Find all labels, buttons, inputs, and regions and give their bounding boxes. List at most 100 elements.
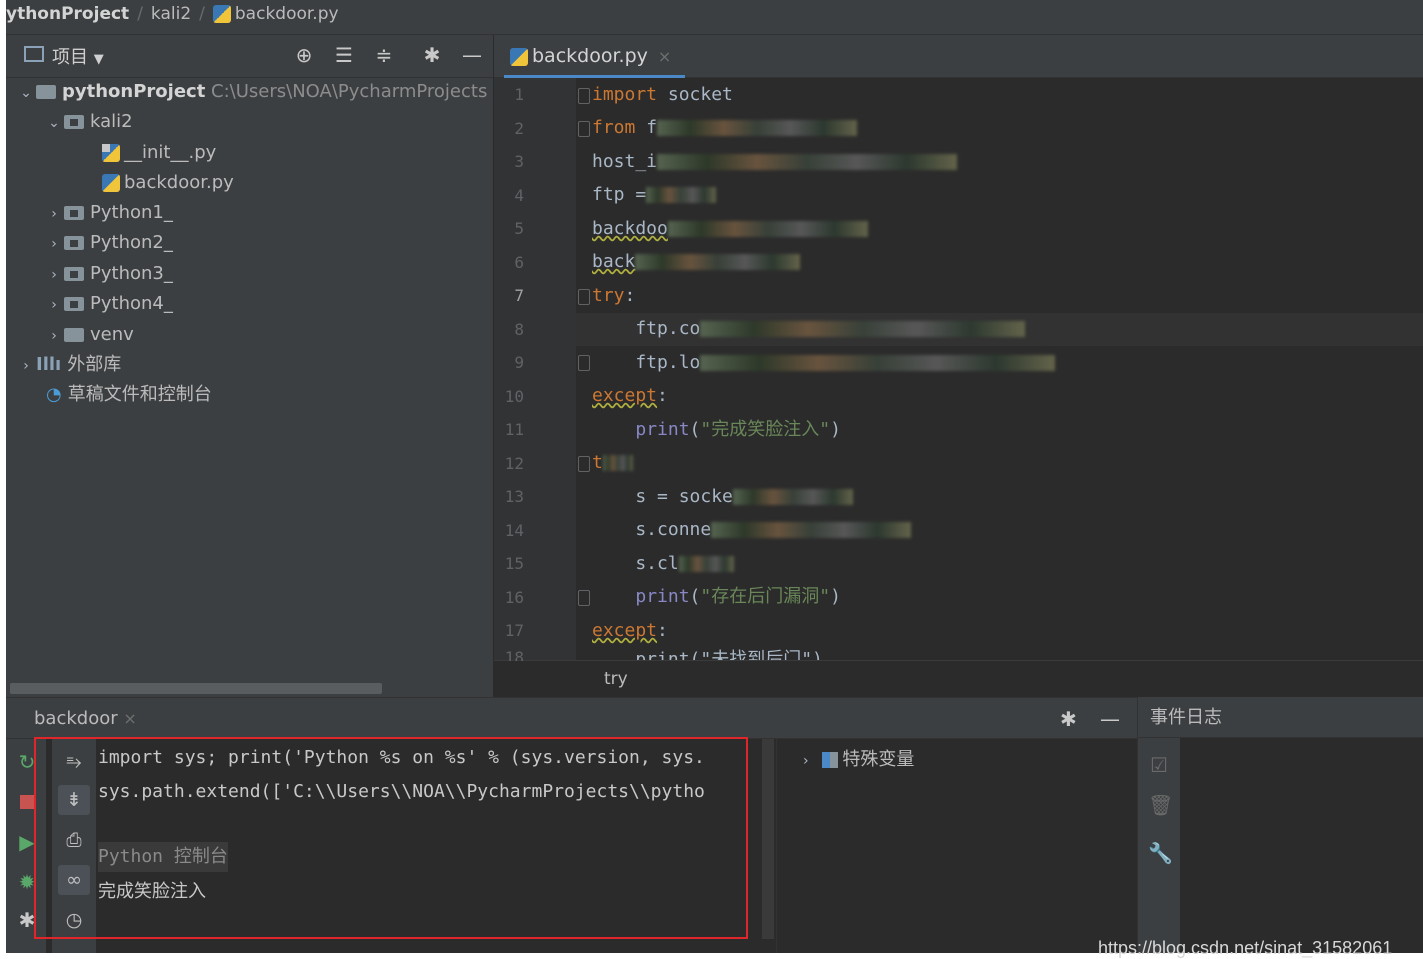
code-line-1[interactable]: import socket [592, 78, 733, 111]
tab-backdoor-py[interactable]: backdoor.py × [504, 35, 686, 78]
package-icon [64, 267, 84, 281]
breadcrumb: ythonProject / kali2 / backdoor.py [6, 0, 1423, 35]
fold-marker-icon[interactable] [578, 121, 590, 137]
close-icon[interactable]: × [123, 709, 136, 728]
tree-item-external-libs[interactable]: › Illı 外部库 [16, 350, 121, 380]
code-line-5[interactable]: backdoo [592, 212, 868, 245]
breadcrumb-file-label: backdoor.py [234, 4, 339, 24]
line-number[interactable]: 10 [494, 380, 524, 413]
line-number[interactable]: 14 [494, 514, 524, 547]
line-number[interactable]: 3 [494, 145, 524, 178]
line-number[interactable]: 6 [494, 246, 524, 279]
line-number[interactable]: 13 [494, 480, 524, 513]
code-line-18[interactable]: print("未找到后门") [592, 647, 823, 660]
tree-item-backdoor[interactable]: backdoor.py [102, 168, 234, 198]
mark-read-icon[interactable]: ☑ [1148, 754, 1170, 776]
redacted-region [646, 187, 717, 203]
code-line-17[interactable]: except: [592, 614, 668, 647]
watermark: https://blog.csdn.net/sinat_31582061 [1098, 938, 1393, 958]
code-line-3[interactable]: host_i [592, 145, 958, 178]
redacted-region [700, 321, 1026, 337]
redacted-region [711, 522, 912, 538]
line-number[interactable]: 4 [494, 179, 524, 212]
package-icon [64, 115, 84, 129]
tree-item-label: pythonProject [62, 81, 206, 102]
code-line-8[interactable]: ftp.co [592, 312, 1026, 345]
event-log-tool-strip: ☑ 🗑 🔧 [1138, 738, 1180, 953]
code-line-6[interactable]: back [592, 245, 801, 278]
code-line-13[interactable]: s = socke [592, 480, 853, 513]
code-line-16[interactable]: print("存在后门漏洞") [592, 580, 841, 613]
line-number[interactable]: 1 [494, 78, 524, 111]
tree-item-python4[interactable]: › Python4_ [44, 289, 173, 319]
code-line-10[interactable]: except: [592, 379, 668, 412]
line-number[interactable]: 16 [494, 581, 524, 614]
code-line-14[interactable]: s.conne [592, 513, 912, 546]
hide-panel-icon[interactable]: — [1100, 698, 1120, 740]
tree-item-python1[interactable]: › Python1_ [44, 198, 173, 228]
code-text: : [624, 285, 636, 306]
builtin: print [635, 586, 690, 607]
variables-item-special[interactable]: › 特殊变量 [803, 745, 914, 771]
fold-marker-icon[interactable] [578, 590, 590, 606]
line-number[interactable]: 9 [494, 346, 524, 379]
keyword: from [592, 117, 636, 138]
editor: backdoor.py × import socket from f host_i… [494, 35, 1423, 698]
code-line-7[interactable]: try: [592, 279, 635, 312]
fold-marker-icon[interactable] [578, 456, 590, 472]
code-text: s = socke [592, 486, 733, 507]
code-line-2[interactable]: from f [592, 111, 858, 144]
gear-icon[interactable]: ✱ [1060, 698, 1077, 740]
redacted-region [657, 154, 958, 170]
breadcrumb-file[interactable]: backdoor.py [212, 0, 339, 34]
project-view-label: 项目 [52, 47, 88, 68]
line-number[interactable]: 8 [494, 313, 524, 346]
variables-icon [822, 752, 839, 768]
hide-panel-icon[interactable]: — [460, 43, 484, 67]
event-log-title[interactable]: 事件日志 [1150, 697, 1222, 739]
project-view-selector[interactable]: 项目 ▼ [52, 43, 104, 69]
tree-item-init[interactable]: __init__.py [102, 138, 216, 168]
line-number[interactable]: 5 [494, 212, 524, 245]
wrench-icon[interactable]: 🔧 [1148, 842, 1173, 864]
line-number[interactable]: 7 [494, 279, 524, 312]
package-icon [64, 236, 84, 250]
expand-all-icon[interactable]: ☰ [332, 43, 356, 67]
collapse-all-icon[interactable]: ≑ [372, 43, 396, 67]
breadcrumb-folder[interactable]: kali2 [151, 0, 191, 34]
fold-marker-icon[interactable] [578, 289, 590, 305]
code-line-4[interactable]: ftp = [592, 178, 717, 211]
fold-marker-icon[interactable] [578, 88, 590, 104]
code-line-11[interactable]: print("完成笑脸注入") [592, 413, 841, 446]
scratches-icon: ◔ [46, 384, 62, 405]
tree-item-venv[interactable]: › venv [44, 320, 134, 350]
line-number[interactable]: 18 [494, 648, 524, 661]
highlight-annotation-box [34, 737, 748, 939]
line-number[interactable]: 15 [494, 547, 524, 580]
horizontal-scrollbar[interactable] [10, 683, 382, 694]
close-icon[interactable]: × [658, 47, 671, 66]
code-breadcrumb-item[interactable]: try [604, 661, 628, 697]
gear-icon[interactable]: ✱ [420, 43, 444, 67]
code-line-12[interactable]: t [592, 446, 633, 479]
trash-icon[interactable]: 🗑 [1148, 794, 1173, 816]
console-scrollbar[interactable] [762, 739, 774, 939]
line-number[interactable]: 2 [494, 112, 524, 145]
breadcrumb-project[interactable]: ythonProject [6, 0, 129, 34]
tree-item-kali2[interactable]: ⌄ kali2 [44, 107, 132, 137]
tree-item-scratches[interactable]: ◔ 草稿文件和控制台 [46, 380, 212, 410]
tree-item-python2[interactable]: › Python2_ [44, 228, 173, 258]
tree-item-pythonproject[interactable]: ⌄ pythonProject C:\Users\NOA\PycharmProje… [16, 77, 487, 107]
line-number[interactable]: 17 [494, 614, 524, 647]
locate-file-icon[interactable]: ⊕ [292, 43, 316, 67]
breadcrumb-separator: / [137, 4, 143, 24]
line-number[interactable]: 12 [494, 447, 524, 480]
code-line-15[interactable]: s.cl [592, 547, 734, 580]
line-number[interactable]: 11 [494, 413, 524, 446]
tab-backdoor-run[interactable]: backdoor × [34, 698, 137, 740]
fold-marker-icon[interactable] [578, 355, 590, 371]
tree-item-python3[interactable]: › Python3_ [44, 259, 173, 289]
project-view-icon [24, 46, 44, 62]
code-line-9[interactable]: ftp.lo [592, 346, 1056, 379]
variables-label: 特殊变量 [842, 749, 915, 770]
